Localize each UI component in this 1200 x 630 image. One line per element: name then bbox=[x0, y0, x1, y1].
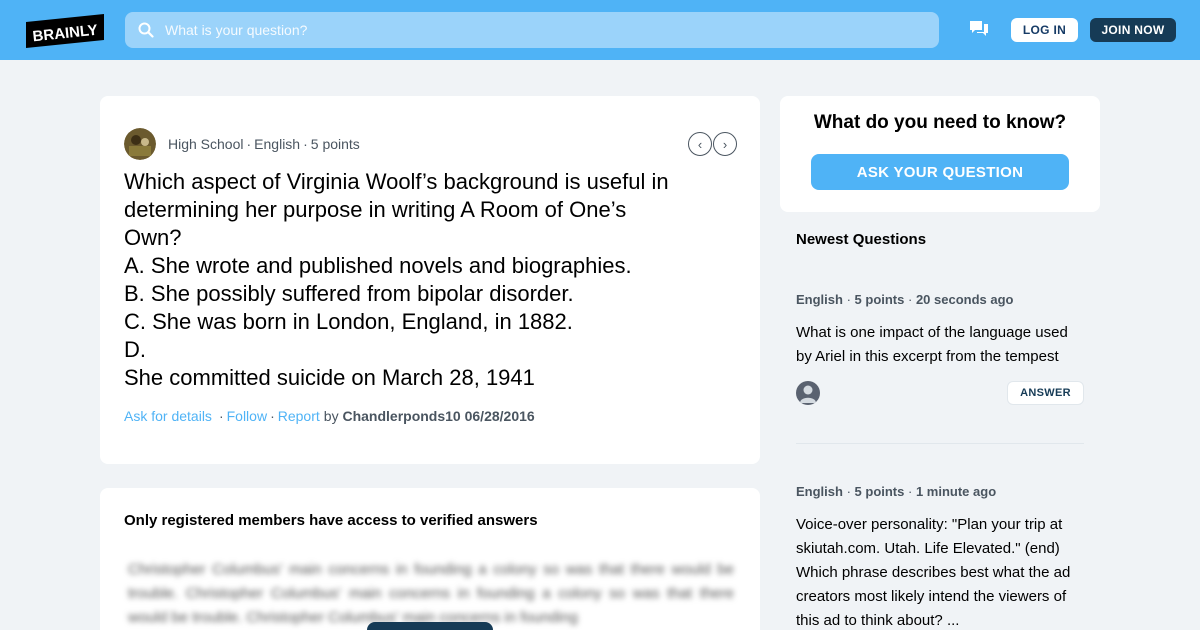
newest-question-text[interactable]: What is one impact of the language used … bbox=[796, 321, 1084, 369]
question-level[interactable]: High School bbox=[168, 136, 244, 152]
answer-button[interactable]: ANSWER bbox=[1007, 381, 1084, 405]
blurred-answer: Christopher Columbus' main concerns in f… bbox=[128, 561, 734, 626]
ask-for-details-link[interactable]: Ask for details bbox=[124, 408, 212, 424]
question-line: She committed suicide on March 28, 1941 bbox=[124, 365, 535, 390]
divider bbox=[796, 443, 1084, 444]
asker-avatar[interactable] bbox=[124, 128, 156, 160]
question-line: C. She was born in London, England, in 1… bbox=[124, 309, 573, 334]
question-date: 06/28/2016 bbox=[464, 408, 535, 424]
question-points: 5 points bbox=[310, 136, 360, 152]
search-bar[interactable] bbox=[125, 12, 939, 48]
brainly-logo[interactable]: BRAINLY bbox=[24, 14, 106, 50]
newest-question-item[interactable]: English · 5 points · 1 minute ago Voice-… bbox=[796, 484, 1084, 630]
previous-arrow-icon[interactable]: ‹ bbox=[688, 132, 712, 156]
follow-link[interactable]: Follow bbox=[227, 408, 267, 424]
chat-icon[interactable] bbox=[969, 20, 989, 38]
question-line: D. bbox=[124, 337, 146, 362]
top-bar: BRAINLY LOG IN JOIN NOW bbox=[0, 0, 1200, 60]
search-input[interactable] bbox=[165, 12, 925, 48]
ask-title: What do you need to know? bbox=[813, 112, 1067, 133]
join-now-button[interactable]: JOIN NOW bbox=[1090, 18, 1176, 42]
question-navigation: ‹ › bbox=[688, 132, 737, 156]
ask-question-card: What do you need to know? ASK YOUR QUEST… bbox=[780, 96, 1100, 212]
question-line: A. She wrote and published novels and bi… bbox=[124, 253, 632, 278]
report-link[interactable]: Report bbox=[278, 408, 320, 424]
author-name[interactable]: Chandlerponds10 bbox=[342, 408, 460, 424]
author-byline: by Chandlerponds10 06/28/2016 bbox=[323, 408, 535, 424]
newest-question-text[interactable]: Voice-over personality: "Plan your trip … bbox=[796, 513, 1084, 630]
question-line: Which aspect of Virginia Woolf’s backgro… bbox=[124, 169, 669, 194]
question-line: determining her purpose in writing A Roo… bbox=[124, 197, 627, 222]
search-icon bbox=[138, 22, 154, 38]
question-subject[interactable]: English bbox=[254, 136, 300, 152]
question-line: B. She possibly suffered from bipolar di… bbox=[124, 281, 574, 306]
unlock-answer-button[interactable] bbox=[367, 622, 493, 630]
question-actions: Ask for details · Follow · Report by Cha… bbox=[124, 408, 535, 424]
newest-questions-title: Newest Questions bbox=[796, 231, 927, 248]
user-avatar[interactable] bbox=[796, 381, 820, 405]
answer-access-title: Only registered members have access to v… bbox=[124, 512, 538, 529]
question-meta: High School · English · 5 points bbox=[168, 136, 360, 152]
next-arrow-icon[interactable]: › bbox=[713, 132, 737, 156]
question-line: Own? bbox=[124, 225, 182, 250]
question-card: High School · English · 5 points ‹ › Whi… bbox=[100, 96, 760, 464]
newest-question-meta: English · 5 points · 20 seconds ago bbox=[796, 292, 1014, 307]
newest-question-item[interactable]: English · 5 points · 20 seconds ago What… bbox=[796, 292, 1084, 421]
newest-question-meta: English · 5 points · 1 minute ago bbox=[796, 484, 997, 499]
login-button[interactable]: LOG IN bbox=[1011, 18, 1078, 42]
ask-your-question-button[interactable]: ASK YOUR QUESTION bbox=[811, 154, 1069, 190]
answer-card: Only registered members have access to v… bbox=[100, 488, 760, 630]
newest-question-footer: ANSWER bbox=[796, 381, 1084, 421]
question-text: Which aspect of Virginia Woolf’s backgro… bbox=[124, 168, 734, 392]
